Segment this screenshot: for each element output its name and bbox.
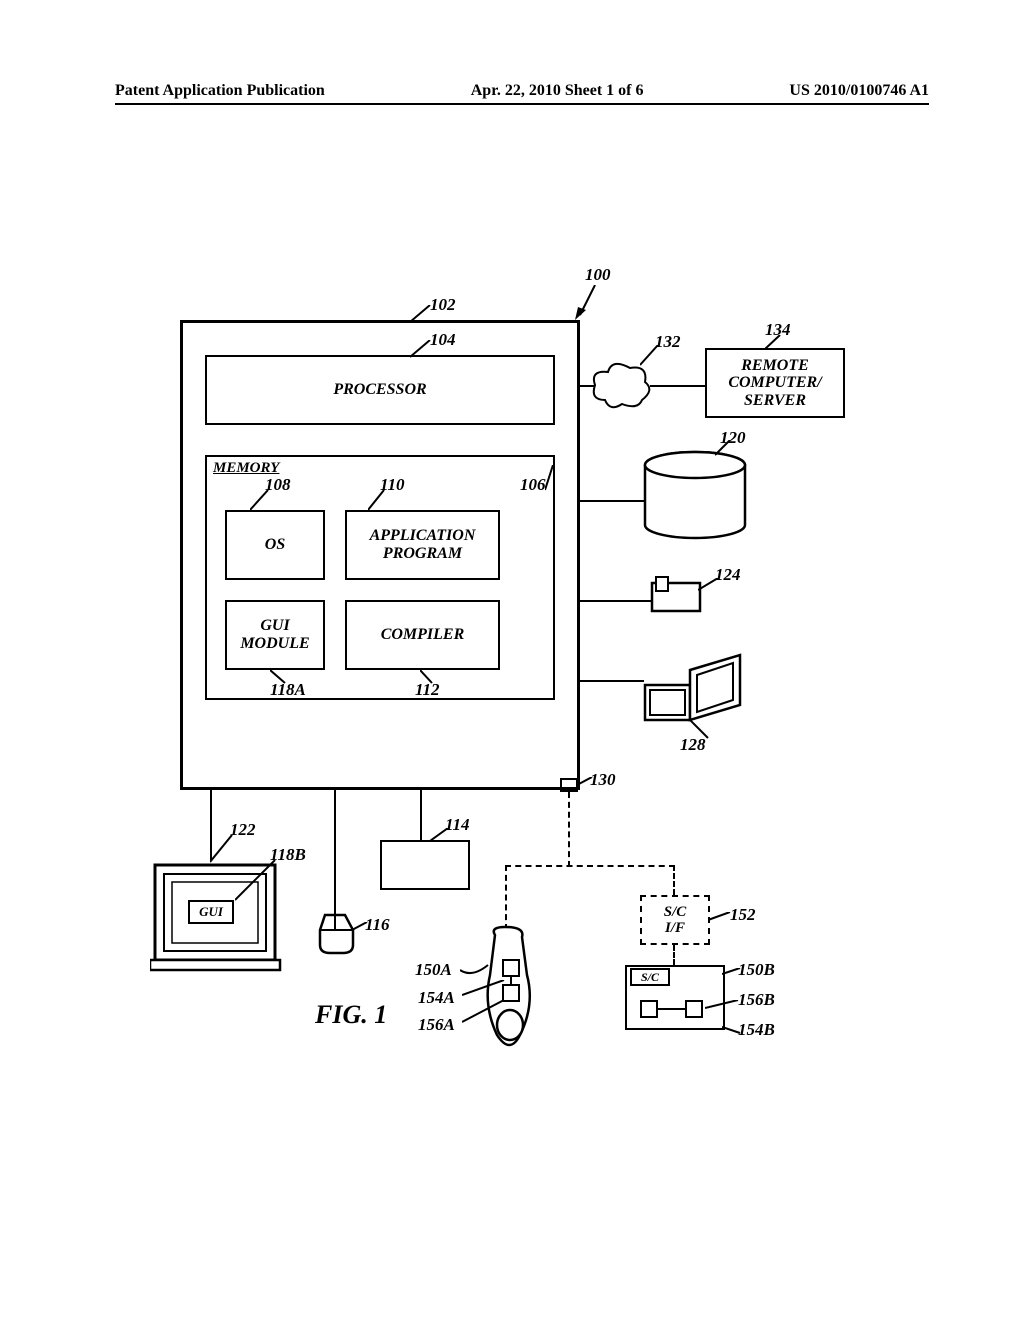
header-center: Apr. 22, 2010 Sheet 1 of 6	[471, 82, 644, 100]
sc-if-box: S/C I/F	[640, 895, 710, 945]
arrow-100	[575, 285, 605, 325]
application-program-box: APPLICATION PROGRAM	[345, 510, 500, 580]
gui-box: GUI	[188, 900, 234, 924]
header-left: Patent Application Publication	[115, 82, 325, 100]
leader-106	[545, 465, 565, 495]
ref-100: 100	[585, 265, 611, 285]
os-box: OS	[225, 510, 325, 580]
leader-154B	[722, 1025, 742, 1037]
leader-150A	[460, 960, 490, 980]
dash-v-right	[673, 865, 675, 895]
dash-v-left	[505, 865, 507, 930]
application-program-label: APPLICATION PROGRAM	[370, 527, 476, 562]
leader-112	[420, 670, 440, 685]
conn-102-disk	[579, 600, 652, 602]
ref-156A: 156A	[418, 1015, 455, 1035]
conn-102-monitor	[210, 790, 212, 860]
gui-label: GUI	[199, 904, 223, 920]
conn-102-114	[420, 790, 422, 840]
box-114	[380, 840, 470, 890]
ref-154B: 154B	[738, 1020, 775, 1040]
leader-150B	[722, 968, 742, 980]
compiler-box: COMPILER	[345, 600, 500, 670]
remote-server-label: REMOTE COMPUTER/ SERVER	[728, 357, 821, 410]
processor-label: PROCESSOR	[333, 381, 426, 399]
leader-156B	[705, 1000, 740, 1012]
leader-104	[410, 340, 435, 360]
dash-v-scif-sc	[673, 945, 675, 965]
conn-102-cloud	[579, 385, 594, 387]
conn-102-printer	[579, 680, 644, 682]
conn-chips-b	[658, 1008, 685, 1010]
leader-118B	[235, 860, 280, 905]
leader-114	[430, 828, 450, 843]
conn-102-db	[579, 500, 644, 502]
page: Patent Application Publication Apr. 22, …	[0, 0, 1024, 1320]
figure-1-diagram: PROCESSOR MEMORY OS APPLICATION PROGRAM …	[150, 280, 870, 1060]
compiler-label: COMPILER	[381, 626, 465, 644]
conn-102-mouse	[334, 790, 336, 908]
processor-box: PROCESSOR	[205, 355, 555, 425]
gui-module-label: GUI MODULE	[240, 617, 309, 652]
ref-150A: 150A	[415, 960, 452, 980]
ref-156B: 156B	[738, 990, 775, 1010]
port-130	[560, 778, 578, 792]
leader-156A	[462, 1000, 507, 1025]
page-header: Patent Application Publication Apr. 22, …	[115, 82, 929, 105]
leader-116	[352, 922, 370, 934]
leader-108	[250, 490, 270, 515]
leader-134	[765, 335, 785, 353]
gui-module-box: GUI MODULE	[225, 600, 325, 670]
chip-156b	[685, 1000, 703, 1018]
os-label: OS	[265, 536, 285, 554]
ref-106: 106	[520, 475, 546, 495]
leader-128	[690, 720, 715, 740]
chip-154b	[640, 1000, 658, 1018]
database-icon	[640, 450, 750, 545]
remote-server-box: REMOTE COMPUTER/ SERVER	[705, 348, 845, 418]
disk-drive-icon	[650, 575, 705, 615]
ref-152: 152	[730, 905, 756, 925]
ref-154A: 154A	[418, 988, 455, 1008]
dash-v1	[568, 792, 570, 867]
leader-124	[698, 578, 720, 593]
leader-110	[368, 490, 388, 515]
leader-102	[410, 305, 435, 325]
sc-if-label: S/C I/F	[664, 904, 687, 937]
header-right: US 2010/0100746 A1	[789, 82, 929, 100]
leader-122	[210, 835, 235, 865]
leader-120	[715, 440, 735, 460]
leader-118A	[270, 670, 290, 685]
ref-150B: 150B	[738, 960, 775, 980]
dash-h1	[505, 865, 675, 867]
conn-cloud-remote	[650, 385, 705, 387]
leader-152	[708, 912, 733, 927]
leader-132	[640, 345, 660, 370]
printer-icon	[640, 650, 750, 730]
figure-caption: FIG. 1	[315, 1000, 387, 1030]
sc-label-b: S/C	[630, 968, 670, 986]
leader-154A	[462, 980, 507, 1000]
leader-130	[577, 777, 595, 789]
